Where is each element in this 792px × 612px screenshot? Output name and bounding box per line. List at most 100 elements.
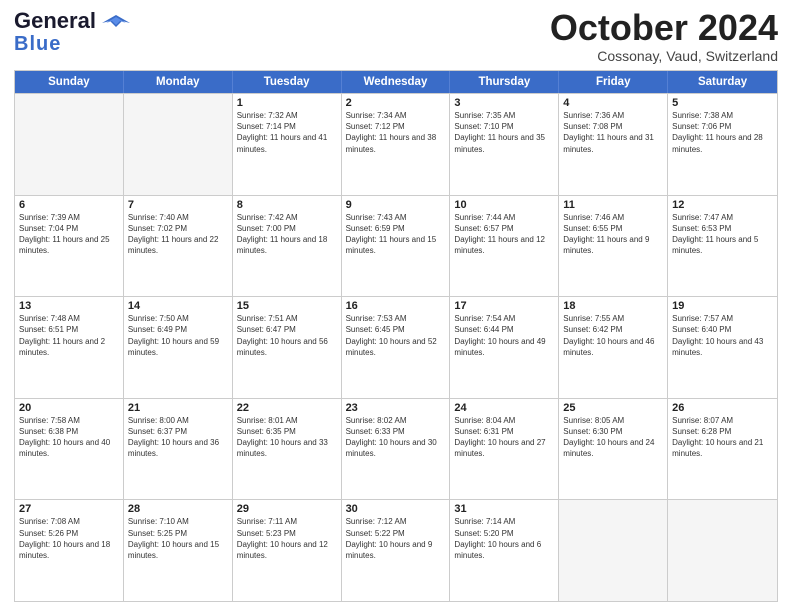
- cell-day-number: 10: [454, 199, 554, 211]
- logo-general: General: [14, 8, 96, 33]
- cell-day-number: 18: [563, 300, 663, 312]
- calendar-cell: 20Sunrise: 7:58 AM Sunset: 6:38 PM Dayli…: [15, 399, 124, 500]
- cell-day-number: 7: [128, 199, 228, 211]
- calendar: SundayMondayTuesdayWednesdayThursdayFrid…: [14, 70, 778, 602]
- calendar-cell: 12Sunrise: 7:47 AM Sunset: 6:53 PM Dayli…: [668, 196, 777, 297]
- calendar-row-0: 1Sunrise: 7:32 AM Sunset: 7:14 PM Daylig…: [15, 93, 777, 195]
- cell-day-number: 15: [237, 300, 337, 312]
- logo-text: General: [14, 10, 130, 35]
- cell-info: Sunrise: 7:38 AM Sunset: 7:06 PM Dayligh…: [672, 110, 773, 155]
- calendar-cell: 11Sunrise: 7:46 AM Sunset: 6:55 PM Dayli…: [559, 196, 668, 297]
- logo: General Blue: [14, 10, 130, 56]
- cell-info: Sunrise: 7:44 AM Sunset: 6:57 PM Dayligh…: [454, 212, 554, 257]
- cell-info: Sunrise: 7:34 AM Sunset: 7:12 PM Dayligh…: [346, 110, 446, 155]
- day-header-tuesday: Tuesday: [233, 71, 342, 93]
- calendar-cell: 4Sunrise: 7:36 AM Sunset: 7:08 PM Daylig…: [559, 94, 668, 195]
- cell-info: Sunrise: 8:05 AM Sunset: 6:30 PM Dayligh…: [563, 415, 663, 460]
- calendar-cell: 28Sunrise: 7:10 AM Sunset: 5:25 PM Dayli…: [124, 500, 233, 601]
- calendar-cell: 3Sunrise: 7:35 AM Sunset: 7:10 PM Daylig…: [450, 94, 559, 195]
- cell-info: Sunrise: 7:48 AM Sunset: 6:51 PM Dayligh…: [19, 313, 119, 358]
- calendar-cell: [668, 500, 777, 601]
- cell-info: Sunrise: 7:43 AM Sunset: 6:59 PM Dayligh…: [346, 212, 446, 257]
- cell-info: Sunrise: 7:55 AM Sunset: 6:42 PM Dayligh…: [563, 313, 663, 358]
- calendar-cell: 23Sunrise: 8:02 AM Sunset: 6:33 PM Dayli…: [342, 399, 451, 500]
- day-header-thursday: Thursday: [450, 71, 559, 93]
- cell-info: Sunrise: 7:53 AM Sunset: 6:45 PM Dayligh…: [346, 313, 446, 358]
- calendar-cell: 27Sunrise: 7:08 AM Sunset: 5:26 PM Dayli…: [15, 500, 124, 601]
- month-title: October 2024: [550, 10, 778, 46]
- cell-info: Sunrise: 7:08 AM Sunset: 5:26 PM Dayligh…: [19, 516, 119, 561]
- cell-info: Sunrise: 7:47 AM Sunset: 6:53 PM Dayligh…: [672, 212, 773, 257]
- calendar-row-2: 13Sunrise: 7:48 AM Sunset: 6:51 PM Dayli…: [15, 296, 777, 398]
- calendar-cell: 14Sunrise: 7:50 AM Sunset: 6:49 PM Dayli…: [124, 297, 233, 398]
- header-right: October 2024 Cossonay, Vaud, Switzerland: [550, 10, 778, 64]
- logo-blue-text: Blue: [14, 33, 61, 56]
- cell-day-number: 3: [454, 97, 554, 109]
- calendar-cell: 22Sunrise: 8:01 AM Sunset: 6:35 PM Dayli…: [233, 399, 342, 500]
- calendar-cell: 8Sunrise: 7:42 AM Sunset: 7:00 PM Daylig…: [233, 196, 342, 297]
- cell-day-number: 29: [237, 503, 337, 515]
- cell-day-number: 27: [19, 503, 119, 515]
- cell-day-number: 9: [346, 199, 446, 211]
- cell-day-number: 11: [563, 199, 663, 211]
- calendar-cell: 17Sunrise: 7:54 AM Sunset: 6:44 PM Dayli…: [450, 297, 559, 398]
- day-header-saturday: Saturday: [668, 71, 777, 93]
- calendar-cell: 7Sunrise: 7:40 AM Sunset: 7:02 PM Daylig…: [124, 196, 233, 297]
- calendar-cell: 16Sunrise: 7:53 AM Sunset: 6:45 PM Dayli…: [342, 297, 451, 398]
- calendar-cell: 6Sunrise: 7:39 AM Sunset: 7:04 PM Daylig…: [15, 196, 124, 297]
- cell-day-number: 1: [237, 97, 337, 109]
- calendar-header: SundayMondayTuesdayWednesdayThursdayFrid…: [15, 71, 777, 93]
- cell-info: Sunrise: 7:40 AM Sunset: 7:02 PM Dayligh…: [128, 212, 228, 257]
- cell-info: Sunrise: 7:50 AM Sunset: 6:49 PM Dayligh…: [128, 313, 228, 358]
- day-header-friday: Friday: [559, 71, 668, 93]
- calendar-cell: 10Sunrise: 7:44 AM Sunset: 6:57 PM Dayli…: [450, 196, 559, 297]
- location: Cossonay, Vaud, Switzerland: [550, 48, 778, 64]
- cell-info: Sunrise: 7:39 AM Sunset: 7:04 PM Dayligh…: [19, 212, 119, 257]
- cell-info: Sunrise: 8:00 AM Sunset: 6:37 PM Dayligh…: [128, 415, 228, 460]
- cell-info: Sunrise: 7:11 AM Sunset: 5:23 PM Dayligh…: [237, 516, 337, 561]
- calendar-cell: 5Sunrise: 7:38 AM Sunset: 7:06 PM Daylig…: [668, 94, 777, 195]
- cell-day-number: 8: [237, 199, 337, 211]
- cell-day-number: 30: [346, 503, 446, 515]
- page: General Blue October 2024 Cossonay, Vaud…: [0, 0, 792, 612]
- cell-info: Sunrise: 7:58 AM Sunset: 6:38 PM Dayligh…: [19, 415, 119, 460]
- cell-day-number: 12: [672, 199, 773, 211]
- cell-day-number: 16: [346, 300, 446, 312]
- cell-day-number: 17: [454, 300, 554, 312]
- cell-day-number: 2: [346, 97, 446, 109]
- cell-info: Sunrise: 7:35 AM Sunset: 7:10 PM Dayligh…: [454, 110, 554, 155]
- cell-day-number: 13: [19, 300, 119, 312]
- logo-bird-icon: [102, 13, 130, 35]
- cell-day-number: 23: [346, 402, 446, 414]
- cell-day-number: 24: [454, 402, 554, 414]
- calendar-row-4: 27Sunrise: 7:08 AM Sunset: 5:26 PM Dayli…: [15, 499, 777, 601]
- cell-day-number: 21: [128, 402, 228, 414]
- calendar-cell: [124, 94, 233, 195]
- cell-info: Sunrise: 7:14 AM Sunset: 5:20 PM Dayligh…: [454, 516, 554, 561]
- calendar-cell: [15, 94, 124, 195]
- cell-info: Sunrise: 7:42 AM Sunset: 7:00 PM Dayligh…: [237, 212, 337, 257]
- cell-info: Sunrise: 7:54 AM Sunset: 6:44 PM Dayligh…: [454, 313, 554, 358]
- calendar-row-1: 6Sunrise: 7:39 AM Sunset: 7:04 PM Daylig…: [15, 195, 777, 297]
- cell-info: Sunrise: 7:36 AM Sunset: 7:08 PM Dayligh…: [563, 110, 663, 155]
- calendar-cell: 15Sunrise: 7:51 AM Sunset: 6:47 PM Dayli…: [233, 297, 342, 398]
- cell-info: Sunrise: 7:12 AM Sunset: 5:22 PM Dayligh…: [346, 516, 446, 561]
- calendar-cell: 21Sunrise: 8:00 AM Sunset: 6:37 PM Dayli…: [124, 399, 233, 500]
- calendar-body: 1Sunrise: 7:32 AM Sunset: 7:14 PM Daylig…: [15, 93, 777, 601]
- calendar-cell: 19Sunrise: 7:57 AM Sunset: 6:40 PM Dayli…: [668, 297, 777, 398]
- calendar-cell: [559, 500, 668, 601]
- calendar-cell: 1Sunrise: 7:32 AM Sunset: 7:14 PM Daylig…: [233, 94, 342, 195]
- cell-info: Sunrise: 7:10 AM Sunset: 5:25 PM Dayligh…: [128, 516, 228, 561]
- calendar-row-3: 20Sunrise: 7:58 AM Sunset: 6:38 PM Dayli…: [15, 398, 777, 500]
- calendar-cell: 18Sunrise: 7:55 AM Sunset: 6:42 PM Dayli…: [559, 297, 668, 398]
- cell-day-number: 5: [672, 97, 773, 109]
- cell-day-number: 20: [19, 402, 119, 414]
- cell-day-number: 31: [454, 503, 554, 515]
- calendar-cell: 30Sunrise: 7:12 AM Sunset: 5:22 PM Dayli…: [342, 500, 451, 601]
- cell-day-number: 25: [563, 402, 663, 414]
- header: General Blue October 2024 Cossonay, Vaud…: [14, 10, 778, 64]
- calendar-cell: 26Sunrise: 8:07 AM Sunset: 6:28 PM Dayli…: [668, 399, 777, 500]
- cell-day-number: 22: [237, 402, 337, 414]
- cell-day-number: 19: [672, 300, 773, 312]
- day-header-monday: Monday: [124, 71, 233, 93]
